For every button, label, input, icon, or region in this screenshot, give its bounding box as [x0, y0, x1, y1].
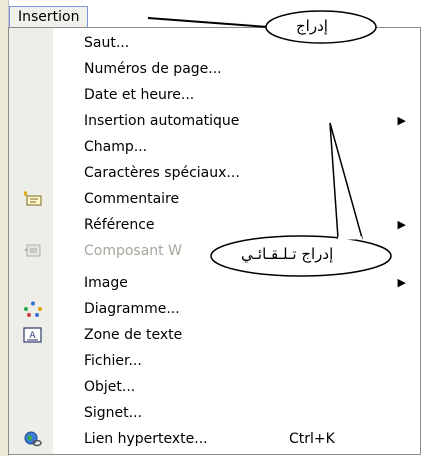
insert-menu-dropdown: Saut... Numéros de page... Date et heure…	[8, 27, 421, 455]
menu-item-label: Référence	[84, 217, 155, 233]
menu-item-label: Fichier...	[84, 353, 142, 369]
menu-item-label: Image	[84, 275, 128, 291]
insert-callout-text: إدراج	[296, 17, 328, 35]
submenu-arrow-icon: ▶	[397, 218, 406, 231]
shortcut-text: Ctrl+K	[289, 431, 335, 447]
web-component-icon	[23, 243, 41, 259]
menu-item-insertion-automatique[interactable]: Insertion automatique ▶	[9, 109, 420, 134]
menu-item-numeros-de-page[interactable]: Numéros de page...	[9, 57, 420, 82]
menu-item-label: Diagramme...	[84, 301, 180, 317]
menu-item-zone-de-texte[interactable]: A Zone de texte	[9, 323, 420, 348]
text-box-icon: A	[23, 327, 42, 343]
menu-item-label: Champ...	[84, 139, 148, 155]
menu-item-champ[interactable]: Champ...	[9, 135, 420, 160]
comment-icon	[23, 191, 42, 207]
menu-item-date-et-heure[interactable]: Date et heure...	[9, 83, 420, 108]
menu-item-lien-hypertexte[interactable]: Lien hypertexte... Ctrl+K	[9, 427, 420, 452]
menu-item-label: Numéros de page...	[84, 61, 222, 77]
menu-item-image[interactable]: Image ▶	[9, 271, 420, 296]
menu-item-fichier[interactable]: Fichier...	[9, 349, 420, 374]
diagram-icon	[23, 301, 42, 317]
menu-item-label: Signet...	[84, 405, 142, 421]
menu-item-label: Insertion automatique	[84, 113, 240, 129]
menu-item-reference[interactable]: Référence ▶	[9, 213, 420, 238]
submenu-arrow-icon: ▶	[397, 114, 406, 127]
menu-item-label: Caractères spéciaux...	[84, 165, 240, 181]
menu-item-signet[interactable]: Signet...	[9, 401, 420, 426]
menu-item-caracteres-speciaux[interactable]: Caractères spéciaux...	[9, 161, 420, 186]
menu-item-label: Zone de texte	[84, 327, 183, 343]
menu-item-label: Lien hypertexte...	[84, 431, 208, 447]
word-insert-menu-screen: Insertion Saut... Numéros de page... Dat…	[0, 0, 431, 456]
menu-item-label: Date et heure...	[84, 87, 195, 103]
menu-item-label: Commentaire	[84, 191, 180, 207]
menu-item-label: Saut...	[84, 35, 130, 51]
menu-item-label: Objet...	[84, 379, 136, 395]
menu-item-objet[interactable]: Objet...	[9, 375, 420, 400]
menu-item-diagramme[interactable]: Diagramme...	[9, 297, 420, 322]
autotext-callout-text: إدراج تـلـقـائـي	[241, 245, 334, 263]
insert-menu-button[interactable]: Insertion	[9, 6, 89, 27]
menu-item-saut[interactable]: Saut...	[9, 31, 420, 56]
menu-item-composant-web: Composant W	[9, 239, 420, 264]
submenu-arrow-icon: ▶	[397, 276, 406, 289]
menu-item-commentaire[interactable]: Commentaire	[9, 187, 420, 212]
menu-item-label: Composant W	[84, 243, 182, 259]
hyperlink-globe-icon	[23, 431, 42, 447]
